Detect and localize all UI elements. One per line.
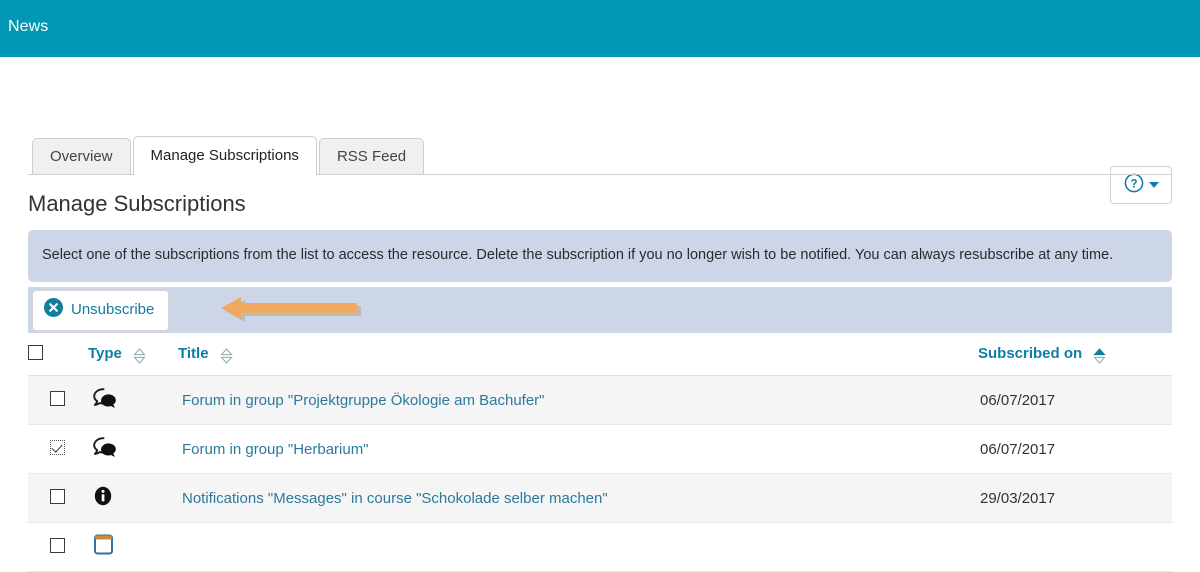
subscriptions-table: Type Title [28,333,1172,572]
annotation-arrow-icon [191,290,391,335]
circle-x-icon [44,298,63,323]
table-header-row: Type Title [28,333,1172,376]
header-type[interactable]: Type [88,333,178,376]
subscribed-on-value: 06/07/2017 [980,441,1055,458]
question-circle-icon: ? [1124,173,1144,198]
header-type-label: Type [88,345,122,362]
page-title: Manage Subscriptions [28,191,1172,217]
header-title[interactable]: Title [178,333,978,376]
row-checkbox-cell [28,376,88,425]
row-date-cell [978,523,1172,572]
row-date-cell: 06/07/2017 [978,425,1172,474]
row-title-cell: Notifications "Messages" in course "Scho… [178,474,978,523]
header-subscribed-on-label: Subscribed on [978,345,1082,362]
header-subscribed-on[interactable]: Subscribed on [978,333,1172,376]
unsubscribe-button[interactable]: Unsubscribe [32,290,169,331]
table-row: Notifications "Messages" in course "Scho… [28,474,1172,523]
chevron-down-icon [1149,182,1159,188]
subscribed-on-value: 06/07/2017 [980,392,1055,409]
row-title-cell [178,523,978,572]
page-container: ? Overview Manage Subscriptions RSS Feed… [0,136,1200,572]
tab-rss-feed[interactable]: RSS Feed [319,138,424,175]
row-type-cell [88,376,178,425]
sort-toggle-subscribed-on-icon[interactable] [1093,347,1106,365]
subscription-title-link[interactable]: Forum in group "Herbarium" [182,441,369,458]
table-row [28,523,1172,572]
subscription-title-link[interactable]: Forum in group "Projektgruppe Ökologie a… [182,392,545,409]
tab-bar: Overview Manage Subscriptions RSS Feed [28,136,1172,175]
row-checkbox[interactable] [50,440,65,455]
subscribed-on-value: 29/03/2017 [980,490,1055,507]
tab-manage-subscriptions[interactable]: Manage Subscriptions [133,136,317,175]
info-icon [92,485,114,511]
sort-toggle-type-icon[interactable] [133,347,146,365]
row-type-cell [88,474,178,523]
forum-icon [92,387,118,413]
subscription-title-link[interactable]: Notifications "Messages" in course "Scho… [182,490,608,507]
header-title-label: Title [178,345,209,362]
table-row: Forum in group "Projektgruppe Ökologie a… [28,376,1172,425]
tab-overview[interactable]: Overview [32,138,131,175]
info-banner: Select one of the subscriptions from the… [28,230,1172,282]
row-title-cell: Forum in group "Projektgruppe Ökologie a… [178,376,978,425]
row-type-cell [88,425,178,474]
header-select-all [28,333,88,376]
row-date-cell: 29/03/2017 [978,474,1172,523]
row-checkbox[interactable] [50,391,65,406]
row-checkbox[interactable] [50,538,65,553]
select-all-checkbox[interactable] [28,345,43,360]
table-row: Forum in group "Herbarium" 06/07/2017 [28,425,1172,474]
table-toolbar: Unsubscribe [28,287,1172,333]
unsubscribe-label: Unsubscribe [71,300,154,320]
brand-title: News [8,0,48,36]
row-checkbox-cell [28,523,88,572]
row-checkbox-cell [28,425,88,474]
forum-icon [92,436,118,462]
row-checkbox-cell [28,474,88,523]
top-brand-bar: News [0,0,1200,57]
row-checkbox[interactable] [50,489,65,504]
row-date-cell: 06/07/2017 [978,376,1172,425]
sort-toggle-title-icon[interactable] [220,347,233,365]
svg-text:?: ? [1130,178,1137,190]
row-title-cell: Forum in group "Herbarium" [178,425,978,474]
document-icon [92,534,116,560]
row-type-cell [88,523,178,572]
